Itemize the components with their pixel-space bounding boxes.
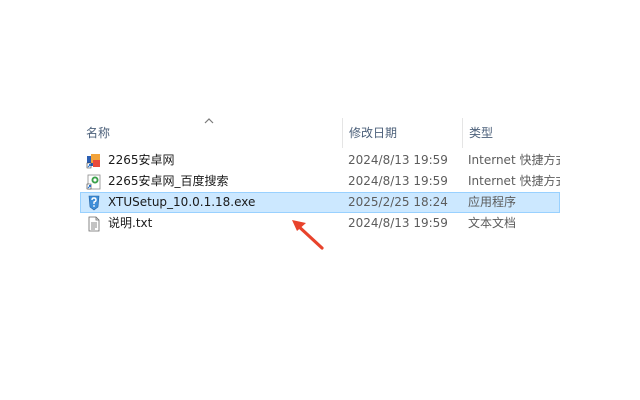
file-type: Internet 快捷方式 [468,153,560,167]
file-name-cell: XTUSetup_10.0.1.18.exe [86,192,340,213]
installer-exe-icon [86,195,102,211]
file-row[interactable]: 2265安卓网 2024/8/13 19:59 Internet 快捷方式 [80,150,560,171]
url-shortcut-icon [86,174,102,190]
column-header-name-label: 名称 [86,126,111,140]
file-date: 2024/8/13 19:59 [348,216,448,230]
file-date: 2024/8/13 19:59 [348,174,448,188]
file-date: 2025/2/25 18:24 [348,195,448,209]
text-document-icon [86,216,102,232]
annotation-arrow-icon [292,220,324,250]
file-row[interactable]: 2265安卓网_百度搜索 2024/8/13 19:59 Internet 快捷… [80,171,560,192]
file-name: 说明.txt [108,216,153,230]
column-header-type-label: 类型 [469,126,494,140]
file-type: Internet 快捷方式 [468,174,560,188]
url-shortcut-icon [86,153,102,169]
column-header-row: 名称 修改日期 类型 [80,118,560,148]
file-name: XTUSetup_10.0.1.18.exe [108,195,256,209]
file-explorer-window: 名称 修改日期 类型 2265安卓网 2024/8/13 19:59 Inter… [0,0,640,400]
file-name-cell: 2265安卓网 [86,150,340,171]
file-name-cell: 2265安卓网_百度搜索 [86,171,340,192]
file-name: 2265安卓网_百度搜索 [108,174,229,188]
file-type: 应用程序 [468,195,517,209]
file-name: 2265安卓网 [108,153,175,167]
sort-ascending-icon [204,116,214,126]
column-header-type[interactable]: 类型 [462,118,560,148]
file-date: 2024/8/13 19:59 [348,153,448,167]
file-row-selected[interactable]: XTUSetup_10.0.1.18.exe 2025/2/25 18:24 应… [80,192,560,213]
column-header-name[interactable]: 名称 [80,118,342,148]
column-header-date-label: 修改日期 [349,126,398,140]
file-type: 文本文档 [468,216,517,230]
column-header-date[interactable]: 修改日期 [342,118,462,148]
